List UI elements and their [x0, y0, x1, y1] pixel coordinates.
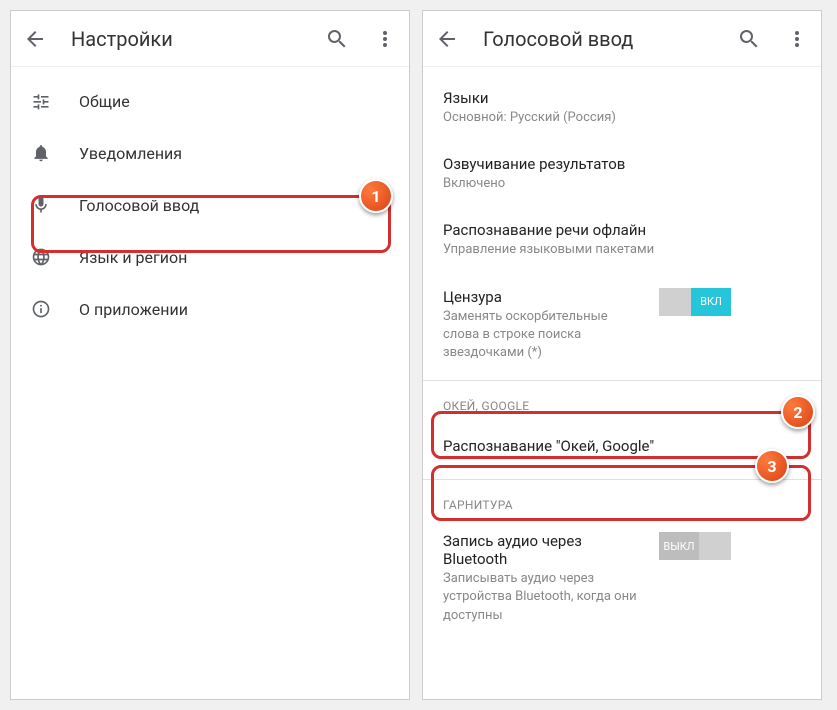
voice-settings: Языки Основной: Русский (Россия) Озвучив…	[423, 67, 821, 699]
setting-ok-google-detect[interactable]: Распознавание "Окей, Google"	[423, 419, 821, 475]
microphone-icon	[31, 195, 51, 215]
section-ok-google: ОКЕЙ, GOOGLE	[423, 385, 821, 419]
toggle-censor[interactable]: ВКЛ	[659, 288, 731, 316]
globe-icon	[31, 247, 51, 267]
setting-sub: Включено	[443, 175, 801, 193]
back-icon[interactable]	[23, 27, 47, 51]
setting-offline[interactable]: Распознавание речи офлайн Управление язы…	[423, 207, 821, 273]
bell-icon	[31, 143, 51, 163]
info-icon	[31, 299, 51, 319]
item-label: Голосовой ввод	[79, 196, 199, 215]
more-icon[interactable]	[785, 27, 809, 51]
item-label: О приложении	[79, 300, 188, 319]
search-icon[interactable]	[325, 27, 349, 51]
back-icon[interactable]	[435, 27, 459, 51]
phone-left: Настройки Общие Уведомления	[10, 10, 410, 700]
toggle-label: ВКЛ	[691, 288, 731, 316]
item-label: Язык и регион	[79, 248, 187, 267]
item-notifications[interactable]: Уведомления	[11, 127, 409, 179]
item-label: Общие	[79, 92, 130, 111]
divider	[423, 479, 821, 480]
setting-sub: Заменять оскорбительные слова в строке п…	[443, 308, 643, 363]
setting-sub: Основной: Русский (Россия)	[443, 109, 801, 127]
item-voice-input[interactable]: Голосовой ввод	[11, 179, 409, 231]
setting-title: Запись аудио через Bluetooth	[443, 532, 643, 568]
setting-sub: Управление языковыми пакетами	[443, 241, 801, 259]
setting-censor[interactable]: Цензура Заменять оскорбительные слова в …	[423, 274, 821, 377]
search-icon[interactable]	[737, 27, 761, 51]
sliders-icon	[31, 91, 51, 111]
phone-right: Голосовой ввод Языки Основной: Русский (…	[422, 10, 822, 700]
app-bar: Настройки	[11, 11, 409, 67]
app-bar: Голосовой ввод	[423, 11, 821, 67]
setting-title: Озвучивание результатов	[443, 155, 801, 173]
toggle-bt-audio[interactable]: ВЫКЛ	[659, 532, 731, 560]
setting-title: Языки	[443, 89, 801, 107]
section-headset: ГАРНИТУРА	[423, 484, 821, 518]
page-title: Настройки	[71, 27, 301, 51]
toggle-label: ВЫКЛ	[659, 532, 699, 560]
item-label: Уведомления	[79, 144, 182, 163]
setting-bt-audio[interactable]: Запись аудио через Bluetooth Записывать …	[423, 518, 821, 639]
setting-languages[interactable]: Языки Основной: Русский (Россия)	[423, 75, 821, 141]
setting-title: Распознавание речи офлайн	[443, 221, 801, 239]
setting-sub: Записывать аудио через устройства Blueto…	[443, 570, 643, 625]
item-general[interactable]: Общие	[11, 75, 409, 127]
item-about[interactable]: О приложении	[11, 283, 409, 335]
setting-title: Распознавание "Окей, Google"	[443, 437, 801, 455]
item-language-region[interactable]: Язык и регион	[11, 231, 409, 283]
setting-title: Цензура	[443, 288, 643, 306]
page-title: Голосовой ввод	[483, 27, 713, 51]
more-icon[interactable]	[373, 27, 397, 51]
divider	[423, 380, 821, 381]
setting-speech-output[interactable]: Озвучивание результатов Включено	[423, 141, 821, 207]
settings-list: Общие Уведомления Голосовой ввод Язык и …	[11, 67, 409, 699]
